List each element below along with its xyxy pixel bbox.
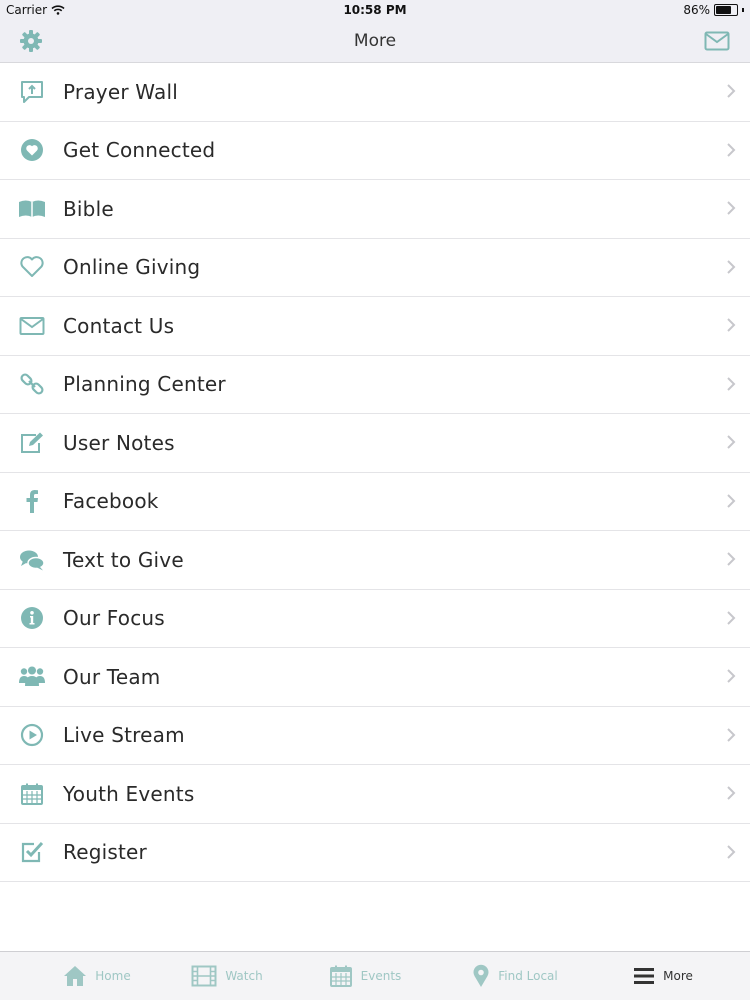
edit-icon [17, 428, 47, 458]
page-title: More [353, 31, 397, 51]
heart-circle-icon [17, 135, 47, 165]
mail-icon [704, 31, 730, 51]
battery-percent: 86% [683, 3, 710, 17]
menu-item-text-to-give[interactable]: Text to Give [0, 531, 750, 590]
tab-label: Home [95, 969, 131, 983]
chevron-right-icon [727, 435, 736, 449]
link-icon [17, 369, 47, 399]
info-icon [17, 603, 47, 633]
prayer-wall-icon [17, 77, 47, 107]
menu-item-prayer-wall[interactable]: Prayer Wall [0, 63, 750, 122]
menu-item-label: Text to Give [63, 547, 184, 572]
chevron-right-icon [727, 844, 736, 859]
calendar-icon [329, 965, 352, 987]
menu-item-label: Youth Events [63, 781, 195, 806]
menu-item-label: Planning Center [63, 372, 226, 397]
mail-button[interactable] [704, 29, 730, 53]
menu-item-label: User Notes [63, 430, 175, 455]
chevron-right-icon [727, 201, 736, 215]
home-icon [64, 966, 87, 986]
tab-watch[interactable]: Watch [152, 952, 302, 1000]
chevron-right-icon [727, 493, 736, 508]
menu-item-label: Prayer Wall [63, 79, 178, 104]
menu-item-our-team[interactable]: Our Team [0, 648, 750, 707]
menu-item-label: Contact Us [63, 313, 175, 338]
chevron-right-icon [727, 318, 736, 332]
navigation-bar: More [0, 20, 750, 63]
chevron-right-icon [727, 727, 736, 742]
team-icon [17, 662, 47, 692]
chevron-right-icon [727, 142, 736, 157]
menu-item-label: Facebook [63, 489, 159, 514]
battery-icon [714, 4, 738, 16]
chevron-right-icon [727, 376, 736, 391]
menu-item-facebook[interactable]: Facebook [0, 472, 750, 531]
chevron-right-icon [727, 552, 736, 566]
menu-item-label: Get Connected [63, 138, 216, 163]
film-icon [191, 965, 217, 987]
menu-icon [634, 968, 655, 984]
chevron-right-icon [727, 259, 736, 274]
tab-home[interactable]: Home [22, 952, 172, 1000]
status-bar: Carrier 10:58 PM 86% [0, 0, 750, 20]
menu-item-youth-events[interactable]: Youth Events [0, 765, 750, 824]
tab-label: More [663, 969, 693, 983]
tab-label: Watch [225, 969, 263, 983]
tab-label: Events [360, 969, 402, 983]
facebook-icon [17, 486, 47, 516]
chevron-right-icon [727, 669, 736, 683]
menu-item-label: Our Focus [63, 606, 165, 631]
chevron-right-icon [727, 786, 736, 800]
envelope-icon [17, 311, 47, 341]
tab-more[interactable]: More [588, 952, 738, 1000]
book-icon [17, 194, 47, 224]
menu-item-register[interactable]: Register [0, 823, 750, 882]
menu-item-label: Online Giving [63, 255, 201, 280]
menu-item-live-stream[interactable]: Live Stream [0, 706, 750, 765]
menu-item-label: Register [63, 840, 147, 865]
chevron-right-icon [727, 610, 736, 625]
more-menu-list: Prayer Wall Get Connected Bible Online G… [0, 63, 750, 882]
battery-indicator: 86% [683, 3, 744, 17]
menu-item-label: Bible [63, 196, 114, 221]
play-icon [17, 720, 47, 750]
menu-item-online-giving[interactable]: Online Giving [0, 238, 750, 297]
tab-events[interactable]: Events [290, 952, 440, 1000]
tab-bar: Home Watch Events Find Local More [0, 951, 750, 1000]
calendar-icon [17, 779, 47, 809]
status-time: 10:58 PM [343, 3, 407, 17]
menu-item-user-notes[interactable]: User Notes [0, 414, 750, 473]
menu-item-bible[interactable]: Bible [0, 180, 750, 239]
tab-label: Find Local [498, 969, 558, 983]
chat-icon [17, 545, 47, 575]
checkbox-icon [17, 837, 47, 867]
tab-find-local[interactable]: Find Local [440, 952, 590, 1000]
heart-outline-icon [17, 252, 47, 282]
menu-item-planning-center[interactable]: Planning Center [0, 355, 750, 414]
menu-item-get-connected[interactable]: Get Connected [0, 121, 750, 180]
menu-item-our-focus[interactable]: Our Focus [0, 589, 750, 648]
location-pin-icon [473, 964, 489, 987]
menu-item-label: Live Stream [63, 723, 185, 748]
menu-item-label: Our Team [63, 664, 161, 689]
chevron-right-icon [727, 84, 736, 98]
menu-item-contact-us[interactable]: Contact Us [0, 297, 750, 356]
